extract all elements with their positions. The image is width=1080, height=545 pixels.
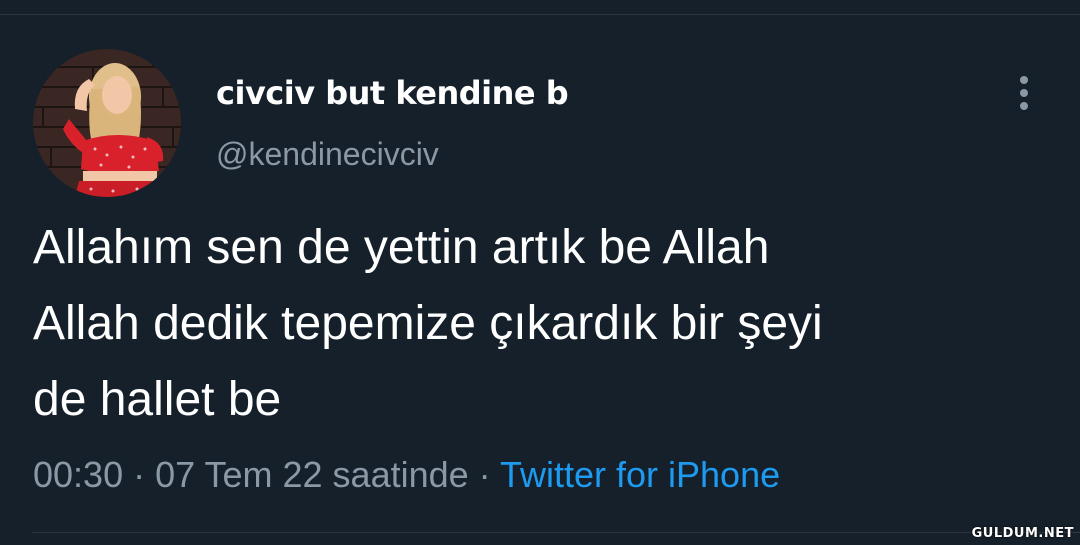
profile-photo-icon: [33, 49, 181, 197]
meta-separator: ·: [468, 454, 500, 495]
tweet-time[interactable]: 00:30: [33, 454, 123, 495]
more-vertical-icon: [1020, 76, 1028, 84]
site-watermark: GULDUM.NET: [971, 526, 1074, 541]
avatar[interactable]: [33, 49, 181, 197]
more-options-button[interactable]: [1008, 70, 1040, 116]
display-name[interactable]: civciv but kendine b: [216, 74, 569, 112]
tweet-text: Allahım sen de yettin artık be Allah All…: [33, 221, 823, 426]
more-vertical-icon: [1020, 102, 1028, 110]
meta-separator: ·: [123, 454, 156, 495]
bottom-divider: [32, 532, 1080, 533]
top-divider: [0, 14, 1080, 15]
tweet-date[interactable]: 07 Tem 22 saatinde: [155, 454, 469, 495]
user-handle[interactable]: @kendinecivciv: [216, 136, 439, 173]
more-vertical-icon: [1020, 89, 1028, 97]
tweet-source-link[interactable]: Twitter for iPhone: [500, 454, 780, 495]
tweet-metadata: 00:30 · 07 Tem 22 saatinde · Twitter for…: [33, 454, 780, 496]
